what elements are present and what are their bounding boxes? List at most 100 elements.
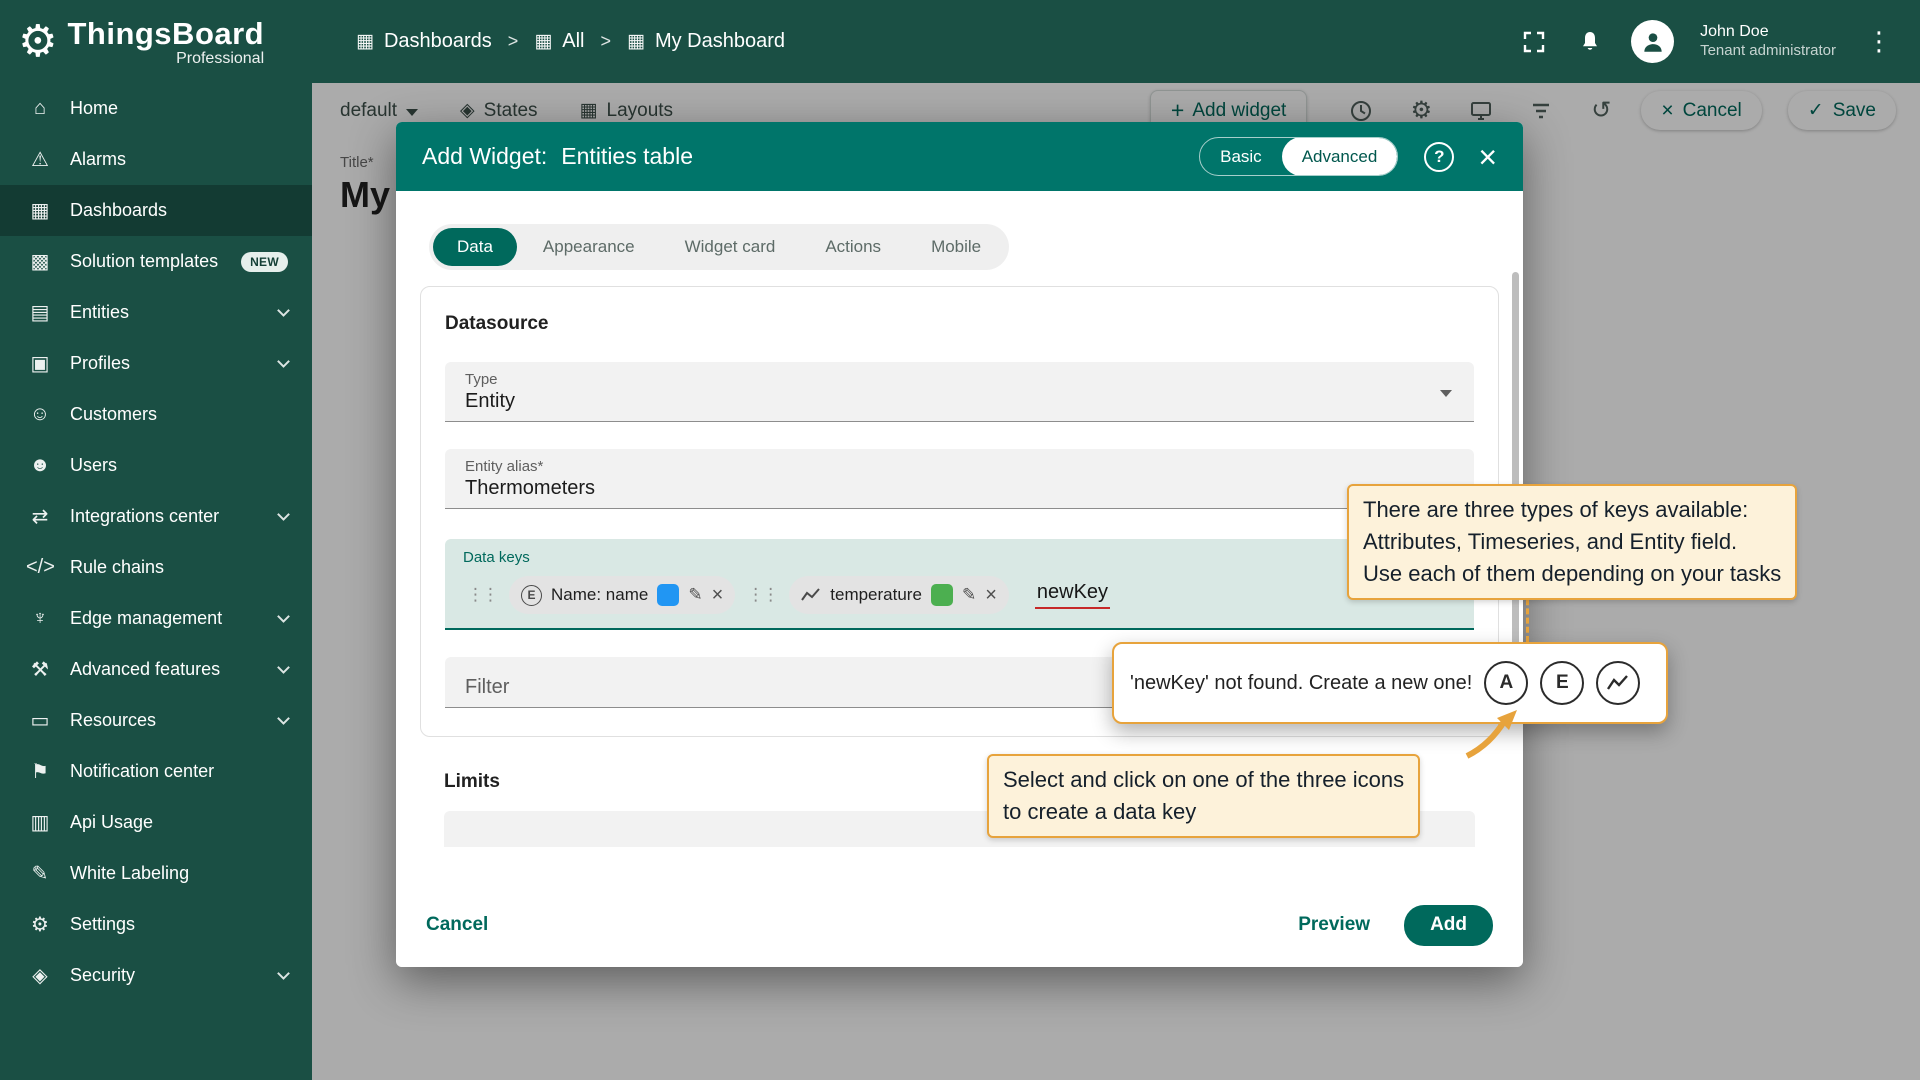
data-key-chip-temperature[interactable]: temperature ✎ × — [789, 576, 1009, 614]
white-labeling-icon: ✎ — [31, 863, 49, 885]
rule-chains-icon: </> — [26, 556, 55, 578]
sidebar-item-profiles[interactable]: ▣ Profiles — [0, 338, 312, 389]
sidebar-item-api-usage[interactable]: ▥ Api Usage — [0, 797, 312, 848]
notifications-bell-icon[interactable] — [1575, 27, 1605, 57]
dashboards-icon: ▦ — [534, 31, 553, 52]
breadcrumb-all[interactable]: ▦ All — [534, 30, 584, 53]
create-entity-field-key-icon[interactable]: E — [1540, 661, 1585, 705]
entity-alias-field[interactable]: Entity alias* Thermometers — [445, 449, 1474, 509]
timeseries-key-icon — [801, 588, 821, 601]
sidebar-item-entities[interactable]: ▤ Entities — [0, 287, 312, 338]
sidebar-item-notification-center[interactable]: ⚑ Notification center — [0, 746, 312, 797]
sidebar-item-customers[interactable]: ☺ Customers — [0, 389, 312, 440]
drag-handle-icon[interactable]: ⋮⋮ — [463, 585, 501, 605]
topbar: ▦ Dashboards > ▦ All > ▦ My Dashboard Jo… — [312, 0, 1920, 83]
profiles-icon: ▣ — [30, 353, 50, 375]
alarms-icon: ⚠ — [31, 149, 49, 171]
chevron-down-icon — [277, 304, 290, 317]
breadcrumb-dashboards[interactable]: ▦ Dashboards — [356, 30, 492, 53]
thingsboard-logo-icon: ⚙ — [18, 16, 58, 66]
app-name: ThingsBoard — [67, 15, 265, 51]
edit-pencil-icon[interactable]: ✎ — [688, 585, 702, 605]
sidebar-item-home[interactable]: ⌂ Home — [0, 83, 312, 134]
app-logo[interactable]: ⚙ ThingsBoard Professional — [0, 0, 312, 83]
api-usage-icon: ▥ — [30, 812, 50, 834]
breadcrumb-separator: > — [600, 31, 612, 51]
chevron-down-icon — [277, 967, 290, 980]
edit-pencil-icon[interactable]: ✎ — [962, 585, 976, 605]
tab-widget-card[interactable]: Widget card — [661, 228, 800, 266]
select-hint-callout: Select and click on one of the three ico… — [987, 754, 1421, 838]
data-key-chip-name[interactable]: E Name: name ✎ × — [509, 576, 736, 614]
sidebar-item-advanced-features[interactable]: ⚒ Advanced features — [0, 644, 312, 695]
dialog-title: Add Widget: — [422, 143, 548, 169]
sidebar-item-integrations-center[interactable]: ⇄ Integrations center — [0, 491, 312, 542]
key-color-swatch[interactable] — [657, 584, 680, 606]
sidebar-item-rule-chains[interactable]: </> Rule chains — [0, 542, 312, 593]
dashboards-icon: ▦ — [627, 31, 645, 52]
user-role: Tenant administrator — [1700, 42, 1836, 60]
settings-gear-icon: ⚙ — [31, 914, 49, 936]
sidebar-item-security[interactable]: ◈ Security — [0, 950, 312, 1001]
dialog-header: Add Widget: Entities table Basic Advance… — [396, 122, 1523, 191]
data-keys-field[interactable]: Data keys ⋮⋮ E Name: name ✎ × ⋮⋮ tempera… — [445, 539, 1474, 630]
resources-folder-icon: ▭ — [30, 710, 50, 732]
sidebar-item-dashboards[interactable]: ▦ Dashboards — [0, 185, 312, 236]
dialog-widget-name: Entities table — [561, 143, 693, 169]
drag-handle-icon[interactable]: ⋮⋮ — [743, 585, 781, 605]
data-keys-row: ⋮⋮ E Name: name ✎ × ⋮⋮ temperature ✎ × n… — [463, 576, 1456, 614]
sidebar-item-alarms[interactable]: ⚠ Alarms — [0, 134, 312, 185]
sidebar-item-edge-management[interactable]: ♆ Edge management — [0, 593, 312, 644]
sidebar-item-settings[interactable]: ⚙ Settings — [0, 899, 312, 950]
integrations-icon: ⇄ — [31, 506, 49, 528]
type-select[interactable]: Type Entity — [445, 362, 1474, 422]
chevron-down-icon — [277, 610, 290, 623]
advanced-features-icon: ⚒ — [31, 659, 49, 681]
chevron-down-icon — [277, 661, 290, 674]
type-select-value: Entity — [465, 390, 516, 412]
entity-field-key-icon: E — [521, 584, 542, 606]
user-info[interactable]: John Doe Tenant administrator — [1700, 22, 1836, 61]
preview-button[interactable]: Preview — [1298, 914, 1370, 936]
key-not-found-popup: 'newKey' not found. Create a new one! A … — [1112, 642, 1668, 724]
avatar[interactable] — [1631, 20, 1675, 63]
sidebar-item-resources[interactable]: ▭ Resources — [0, 695, 312, 746]
tab-actions[interactable]: Actions — [801, 228, 905, 266]
new-key-input[interactable]: newKey — [1034, 581, 1111, 609]
tab-mobile[interactable]: Mobile — [907, 228, 1005, 266]
key-color-swatch[interactable] — [930, 584, 953, 606]
add-button[interactable]: Add — [1404, 904, 1493, 946]
tab-data[interactable]: Data — [433, 228, 517, 266]
advanced-mode-button[interactable]: Advanced — [1281, 138, 1398, 175]
remove-key-icon[interactable]: × — [985, 585, 997, 605]
kebab-menu-icon[interactable]: ⋮ — [1862, 26, 1896, 57]
close-icon[interactable]: × — [1478, 141, 1497, 173]
mode-toggle: Basic Advanced — [1199, 137, 1399, 176]
hint-arrow — [1465, 710, 1517, 759]
help-icon[interactable]: ? — [1424, 141, 1455, 172]
fullscreen-icon[interactable] — [1519, 27, 1549, 57]
dashboards-icon: ▦ — [356, 31, 374, 52]
customers-icon: ☺ — [29, 403, 51, 425]
basic-mode-button[interactable]: Basic — [1200, 138, 1282, 175]
sidebar-item-white-labeling[interactable]: ✎ White Labeling — [0, 848, 312, 899]
dashboards-icon: ▦ — [30, 200, 50, 222]
edge-management-icon: ♆ — [32, 607, 48, 629]
sidebar-item-users[interactable]: ☻ Users — [0, 440, 312, 491]
tab-appearance[interactable]: Appearance — [519, 228, 659, 266]
breadcrumb-my-dashboard[interactable]: ▦ My Dashboard — [627, 30, 785, 53]
select-caret-icon — [1440, 390, 1452, 397]
chevron-down-icon — [277, 712, 290, 725]
breadcrumb-separator: > — [507, 31, 519, 51]
dialog-cancel-button[interactable]: Cancel — [426, 914, 488, 936]
key-not-found-text: 'newKey' not found. Create a new one! — [1130, 671, 1473, 694]
create-timeseries-key-icon[interactable] — [1596, 661, 1641, 705]
breadcrumb: ▦ Dashboards > ▦ All > ▦ My Dashboard — [356, 30, 785, 53]
users-icon: ☻ — [29, 454, 51, 476]
screen: ⚙ ThingsBoard Professional ⌂ Home ⚠ Alar… — [0, 0, 1920, 1080]
dialog-tabs: Data Appearance Widget card Actions Mobi… — [429, 224, 1010, 270]
create-attribute-key-icon[interactable]: A — [1484, 661, 1529, 705]
sidebar-item-solution-templates[interactable]: ▩ Solution templates NEW — [0, 236, 312, 287]
sidebar: ⚙ ThingsBoard Professional ⌂ Home ⚠ Alar… — [0, 0, 312, 1080]
remove-key-icon[interactable]: × — [712, 585, 724, 605]
